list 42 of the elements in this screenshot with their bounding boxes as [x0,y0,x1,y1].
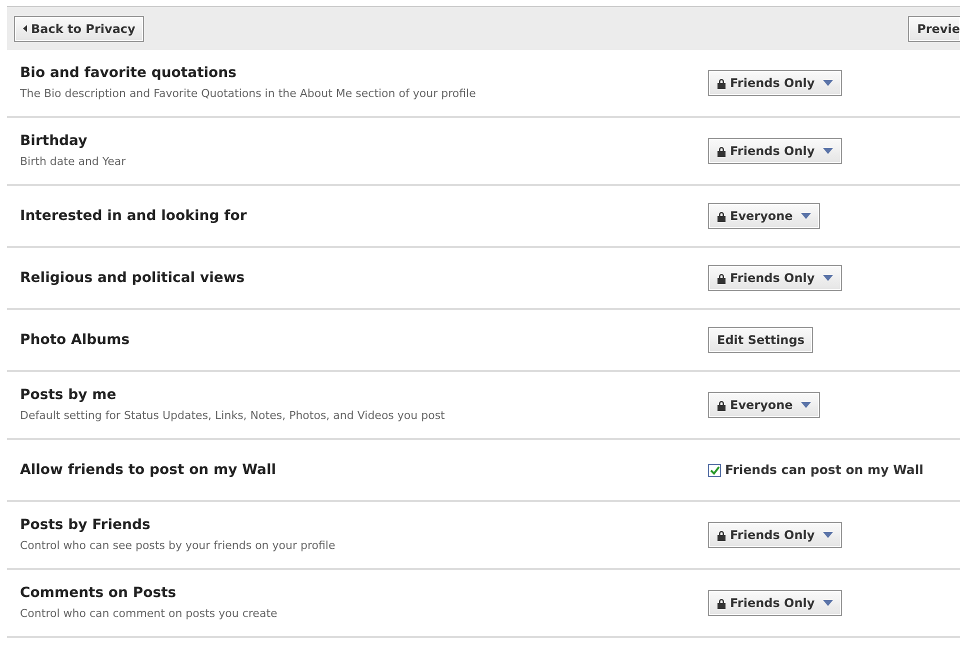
setting-title: Photo Albums [20,330,131,350]
setting-description: Birth date and Year [20,154,127,170]
edit-settings-button[interactable]: Edit Settings [708,327,814,353]
back-button[interactable]: Back to Privacy [14,16,144,42]
setting-title: Bio and favorite quotations [20,64,238,84]
checkbox[interactable] [708,464,721,476]
setting-title: Posts by me [20,386,118,406]
setting-description: Control who can see posts by your friends on your profile [20,538,336,554]
lock-icon [717,598,726,608]
privacy-dropdown[interactable]: Friends Only [708,522,842,548]
lock-icon [717,272,726,284]
setting-title: Birthday [20,132,88,152]
privacy-dropdown[interactable]: Friends Only [708,70,842,96]
privacy-dropdown[interactable]: Everyone [708,392,820,418]
lock-icon [717,78,726,88]
caret-icon [800,402,811,408]
privacy-dropdown[interactable]: Friends Only [708,138,842,164]
left-arrow-icon [23,25,27,32]
setting-title: Interested in and looking for [20,206,248,226]
checkbox-label: Friends can post on my Wall [725,460,924,479]
lock-icon [717,210,726,222]
caret-icon [822,275,833,281]
caret-icon [822,80,833,86]
caret-icon [822,600,833,606]
privacy-dropdown[interactable]: Friends Only [708,590,842,616]
privacy-dropdown[interactable]: Everyone [708,203,820,229]
privacy-dropdown[interactable]: Friends Only [708,265,842,291]
setting-title: Comments on Posts [20,584,178,604]
checkmark-icon [710,466,720,474]
caret-icon [822,148,833,154]
caret-icon [822,532,833,538]
preview-button[interactable]: Previe [908,16,960,42]
lock-icon [717,146,726,156]
setting-description: Default setting for Status Updates, Links, Notes, Photos, and Videos you post [20,408,446,424]
setting-title: Allow friends to post on my Wall [20,460,278,480]
caret-icon [800,213,811,219]
setting-description: The Bio description and Favorite Quotations in the About Me section of your profile [20,86,477,102]
setting-title: Posts by Friends [20,516,152,536]
setting-title: Religious and political views [20,268,246,288]
lock-icon [717,400,726,410]
lock-icon [717,530,726,540]
setting-description: Control who can comment on posts you create [20,606,278,622]
